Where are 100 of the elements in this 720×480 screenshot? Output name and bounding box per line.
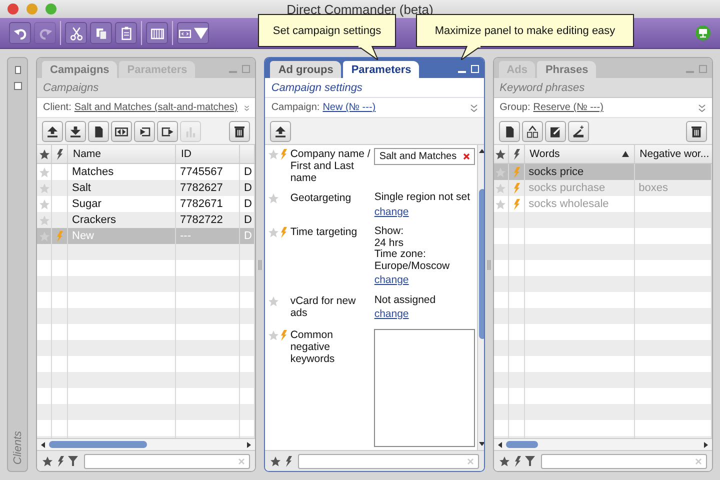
context-link[interactable]: Reserve (№ ---) bbox=[533, 102, 604, 113]
star-column-icon[interactable] bbox=[38, 148, 50, 160]
column-header[interactable]: Negative wor... bbox=[640, 148, 710, 160]
filter-icon[interactable] bbox=[68, 456, 78, 466]
upload-button[interactable] bbox=[270, 120, 292, 142]
star-icon[interactable] bbox=[268, 193, 280, 204]
table-cell: socks wholesale bbox=[528, 198, 609, 210]
change-link[interactable]: change bbox=[374, 309, 409, 320]
star-icon[interactable] bbox=[495, 182, 506, 194]
scroll-down-icon[interactable] bbox=[478, 440, 484, 448]
lightning-icon bbox=[512, 166, 520, 178]
trash-button[interactable] bbox=[686, 120, 707, 142]
group-icon bbox=[524, 124, 540, 138]
trash-icon bbox=[232, 124, 248, 138]
lightning-icon bbox=[512, 198, 520, 210]
star-icon[interactable] bbox=[38, 182, 50, 194]
import-button[interactable] bbox=[134, 120, 155, 142]
undo-button[interactable] bbox=[9, 22, 31, 44]
group-button[interactable] bbox=[522, 120, 543, 142]
table-cell: Matches bbox=[72, 166, 114, 178]
scroll-thumb[interactable] bbox=[49, 441, 147, 448]
lightning-filter-icon[interactable] bbox=[514, 456, 521, 466]
text-field[interactable]: Salt and Matches bbox=[374, 148, 476, 165]
context-link[interactable]: Salt and Matches (salt-and-matches) bbox=[74, 102, 238, 113]
clear-icon[interactable] bbox=[463, 153, 470, 160]
chevron-icon[interactable] bbox=[470, 104, 478, 112]
tab[interactable]: Ad groups bbox=[270, 61, 342, 78]
star-icon[interactable] bbox=[38, 230, 50, 242]
star-icon[interactable] bbox=[495, 166, 506, 178]
star-icon[interactable] bbox=[268, 227, 280, 238]
star-icon[interactable] bbox=[38, 166, 50, 178]
lightning-icon bbox=[280, 227, 288, 238]
table-cell: 7782722 bbox=[180, 214, 223, 226]
field-label: vCard for new ads bbox=[290, 294, 357, 320]
table-cell: New bbox=[72, 230, 94, 242]
swap-button[interactable] bbox=[111, 120, 132, 142]
trash-icon bbox=[688, 124, 704, 138]
clipboard-button[interactable] bbox=[115, 22, 137, 44]
lightning-filter-icon[interactable] bbox=[285, 456, 292, 466]
search-field[interactable] bbox=[84, 454, 250, 468]
search-field[interactable] bbox=[540, 454, 707, 468]
column-header[interactable]: Words bbox=[530, 148, 560, 160]
scroll-thumb[interactable] bbox=[506, 441, 538, 448]
search-field[interactable] bbox=[298, 454, 479, 468]
star-icon[interactable] bbox=[268, 330, 280, 340]
upload-button[interactable] bbox=[42, 120, 63, 142]
chevron-icon[interactable] bbox=[698, 104, 706, 112]
trash-button[interactable] bbox=[229, 120, 250, 142]
edit-button[interactable] bbox=[544, 120, 566, 142]
column-header[interactable]: Name bbox=[73, 148, 102, 160]
scissors-button[interactable] bbox=[65, 22, 87, 44]
field-label: Company name / First and Last name bbox=[290, 148, 372, 184]
table-icon bbox=[150, 26, 164, 40]
panel-subtitle: Campaign settings bbox=[271, 82, 362, 94]
change-link[interactable]: change bbox=[374, 206, 409, 218]
download-button[interactable] bbox=[65, 120, 86, 142]
star-filter-icon[interactable] bbox=[270, 456, 282, 466]
context-label: Campaign: bbox=[271, 102, 320, 113]
star-column-icon[interactable] bbox=[495, 148, 506, 160]
star-filter-icon[interactable] bbox=[42, 456, 53, 466]
star-icon[interactable] bbox=[38, 214, 50, 226]
scroll-thumb[interactable] bbox=[478, 189, 484, 339]
star-filter-icon[interactable] bbox=[498, 456, 510, 466]
export-button[interactable] bbox=[157, 120, 178, 142]
tab[interactable]: Parameters bbox=[343, 61, 420, 78]
scroll-up-icon[interactable] bbox=[478, 147, 484, 155]
horizontal-scrollbar[interactable] bbox=[494, 438, 712, 450]
copy-button[interactable] bbox=[90, 22, 112, 44]
star-icon[interactable] bbox=[495, 198, 506, 210]
view-button[interactable] bbox=[177, 22, 209, 44]
star-icon[interactable] bbox=[268, 296, 280, 306]
window-control-icon[interactable] bbox=[7, 3, 19, 15]
table-cell: D bbox=[244, 198, 252, 210]
lightning-filter-icon[interactable] bbox=[57, 456, 64, 466]
document-button[interactable] bbox=[88, 120, 109, 142]
table-cell: 7782627 bbox=[180, 182, 223, 194]
network-icon[interactable] bbox=[695, 25, 711, 41]
caret-icon bbox=[194, 26, 208, 40]
tooltip-text: Maximize panel to make editing easy bbox=[434, 24, 616, 36]
column-header[interactable]: ID bbox=[181, 148, 192, 160]
vertical-scrollbar[interactable] bbox=[477, 145, 484, 450]
star-icon[interactable] bbox=[38, 198, 50, 210]
table-cell: D bbox=[244, 166, 252, 178]
upload-icon bbox=[273, 124, 288, 138]
horizontal-scrollbar[interactable] bbox=[37, 438, 256, 450]
chevron-icon[interactable] bbox=[244, 104, 250, 112]
wand-button[interactable] bbox=[568, 120, 589, 142]
filter-icon[interactable] bbox=[524, 456, 535, 466]
table-cell: D bbox=[244, 182, 252, 194]
table-button[interactable] bbox=[146, 22, 168, 44]
sort-ascending-icon[interactable] bbox=[622, 151, 629, 157]
table-cell: boxes bbox=[638, 182, 668, 194]
star-icon[interactable] bbox=[268, 149, 280, 160]
document-button[interactable] bbox=[498, 120, 520, 142]
splitter-grip-icon[interactable] bbox=[486, 260, 491, 270]
context-link[interactable]: New (№ ---) bbox=[322, 102, 376, 113]
splitter-grip-icon[interactable] bbox=[258, 260, 262, 270]
table-cell: Sugar bbox=[72, 198, 102, 210]
change-link[interactable]: change bbox=[374, 275, 409, 286]
field-label: Common negative keywords bbox=[290, 328, 336, 366]
